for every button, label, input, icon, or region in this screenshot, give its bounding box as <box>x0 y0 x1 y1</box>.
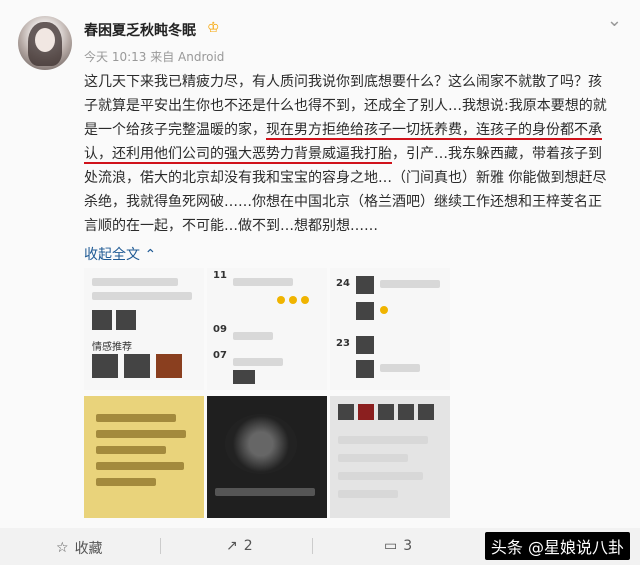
avatar[interactable] <box>18 16 72 70</box>
avatar-face <box>35 28 55 52</box>
source-credit: 头条 @星娘说八卦 <box>484 532 630 560</box>
divider <box>160 538 161 554</box>
thumbnail-2[interactable]: 11 09 07 <box>207 268 327 390</box>
thumbnail-3[interactable]: 24 23 <box>330 268 450 390</box>
thumbnail-2-label-2: 09 <box>213 324 227 335</box>
username[interactable]: 春困夏乏秋盹冬眠 <box>84 20 196 40</box>
star-icon: ☆ <box>56 540 69 556</box>
underline-text-1: 现在男方拒绝给孩子一切抚养费， <box>266 122 476 140</box>
divider <box>312 538 313 554</box>
post-meta: 今天 10:13 来自 Android <box>84 50 225 64</box>
thumbnail-6[interactable] <box>330 396 450 518</box>
favorite-button[interactable]: ☆ 收藏 <box>56 538 103 558</box>
chevron-up-icon: ⌃ <box>144 247 157 263</box>
repost-icon: ↗ <box>226 538 238 554</box>
thumbnail-1[interactable]: 情感推荐 <box>84 268 204 390</box>
underline-text-3: 还利用他们公司的强大恶势力背景威逼我打胎 <box>112 146 392 164</box>
thumbnail-3-label-1: 24 <box>336 278 350 289</box>
repost-button[interactable]: ↗ 2 <box>226 538 253 554</box>
thumbnail-2-label-1: 11 <box>213 270 227 281</box>
comment-button[interactable]: ▭ 3 <box>384 538 412 554</box>
vip-badge-icon: ♔ <box>207 20 220 36</box>
thumbnail-5[interactable] <box>207 396 327 518</box>
collapse-link[interactable]: 收起全文 ⌃ <box>84 244 156 264</box>
thumbnail-4[interactable] <box>84 396 204 518</box>
post-text: 这几天下来我已精疲力尽，有人质问我说你到底想要什么？这么闹家不就散了吗？孩子就算… <box>84 70 614 238</box>
weibo-post-card: 春困夏乏秋盹冬眠 ♔ 今天 10:13 来自 Android ⌄ 这几天下来我已… <box>0 0 640 528</box>
chevron-down-icon[interactable]: ⌄ <box>607 10 622 31</box>
post-footer: ☆ 收藏 ↗ 2 ▭ 3 头条 @星娘说八卦 <box>0 528 640 565</box>
thumbnail-3-label-2: 23 <box>336 338 350 349</box>
thumbnail-2-label-3: 07 <box>213 350 227 361</box>
comment-icon: ▭ <box>384 538 398 554</box>
thumbnail-1-label: 情感推荐 <box>92 342 132 353</box>
